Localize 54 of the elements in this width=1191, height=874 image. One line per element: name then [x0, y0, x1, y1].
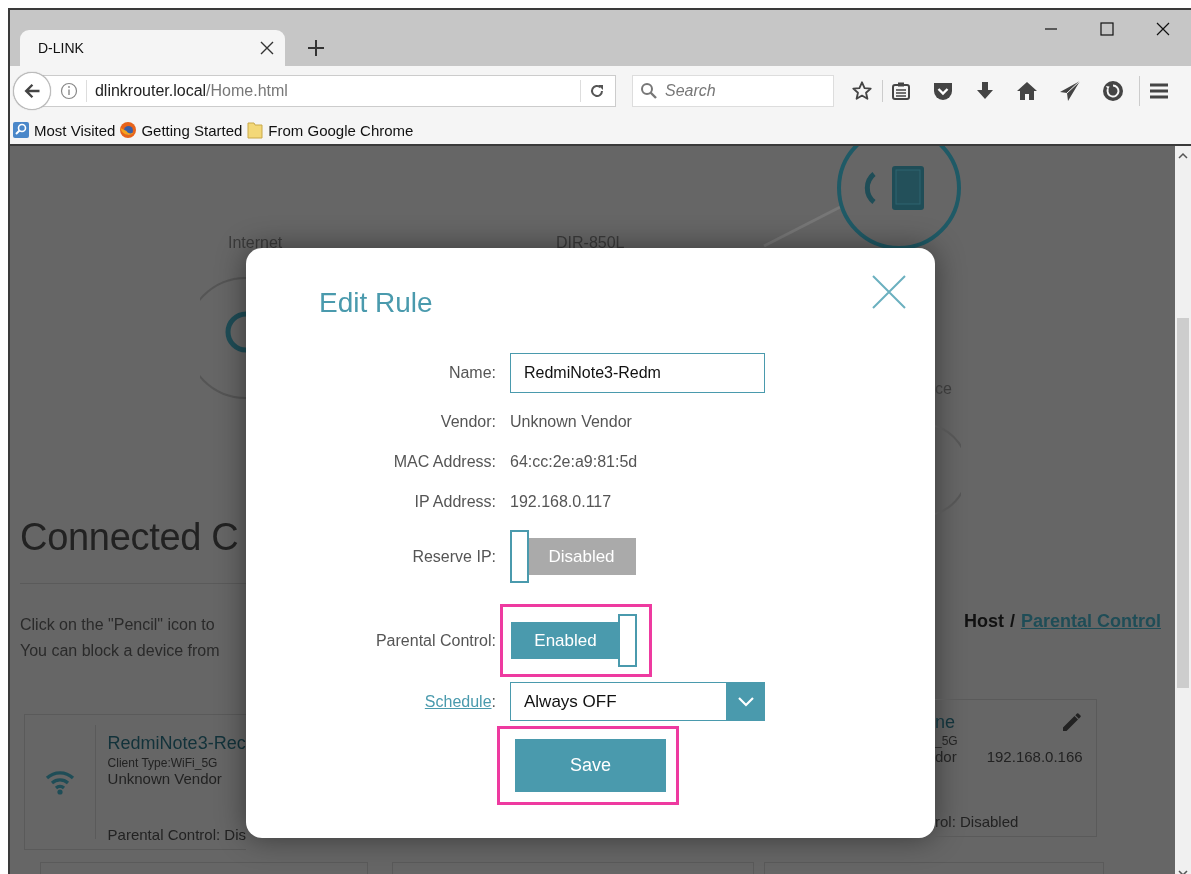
device-vendor: dor [935, 748, 957, 765]
plus-icon[interactable] [307, 39, 325, 57]
breadcrumb-current: Host [963, 611, 1004, 632]
star-icon[interactable] [851, 80, 873, 102]
device-ip: 192.168.0.166 [986, 748, 1083, 765]
field-label: Reserve IP: [412, 547, 496, 566]
browser-tab[interactable]: D-LINK [20, 30, 285, 66]
info-icon[interactable] [59, 82, 78, 100]
bookmark-link[interactable]: Getting Started [119, 121, 243, 139]
field-label: Schedule: [424, 692, 496, 711]
field-label: Name: [448, 364, 496, 382]
back-button[interactable] [13, 72, 51, 110]
bookmark-link[interactable]: From Google Chrome [246, 121, 414, 139]
close-icon[interactable] [1156, 22, 1170, 36]
field-label: Parental Control: [375, 631, 496, 650]
device-vendor: Unknown Vendor [107, 770, 223, 787]
tab-title: D-LINK [38, 40, 85, 56]
search-icon [640, 82, 658, 100]
history-icon[interactable] [1102, 80, 1124, 102]
device-name: ne [935, 711, 956, 733]
reload-icon[interactable] [589, 83, 605, 99]
page-heading: Connected C [20, 516, 240, 559]
parental-status: rol: Disabled [935, 813, 1020, 830]
schedule-dropdown[interactable]: Always OFF [510, 682, 765, 721]
field-value: 64:cc:2e:a9:81:5d [510, 453, 638, 471]
chevron-down-icon [737, 696, 754, 707]
field-value: Unknown Vendor [510, 413, 632, 431]
field-value: 192.168.0.117 [510, 493, 612, 511]
field-label: IP Address: [414, 493, 496, 511]
home-icon[interactable] [1016, 80, 1038, 102]
browser-logo-icon [119, 121, 138, 139]
download-icon[interactable] [975, 81, 995, 101]
maximize-icon[interactable] [1100, 22, 1114, 36]
search-field[interactable]: Search [632, 75, 834, 107]
intro-text: You can block a device from [20, 641, 221, 661]
scrollbar-thumb[interactable] [1177, 318, 1189, 688]
intro-text: Click on the "Pencil" icon to [20, 615, 216, 635]
name-field[interactable]: RedmiNote3-Redm [510, 353, 765, 393]
folder-icon [246, 121, 265, 139]
dialog-title: Edit Rule [319, 286, 433, 320]
wifi-icon [44, 769, 75, 795]
device-name: RedmiNote3-Rec [107, 733, 246, 754]
clipboard-list-icon[interactable] [891, 81, 911, 101]
field-label: Vendor: [440, 413, 496, 431]
bookmark-link[interactable]: Most Visited [12, 121, 116, 139]
pencil-icon[interactable] [1060, 710, 1084, 734]
paper-plane-icon[interactable] [1059, 80, 1081, 102]
breadcrumb-separator: / [1009, 611, 1015, 632]
parental-status: Parental Control: Dis [107, 826, 246, 843]
field-label: MAC Address: [393, 453, 496, 471]
client-type: Client Type:WiFi_5G [107, 756, 219, 770]
client-type: _5G [935, 734, 959, 748]
close-icon[interactable] [259, 40, 275, 56]
pocket-icon[interactable] [932, 80, 954, 102]
